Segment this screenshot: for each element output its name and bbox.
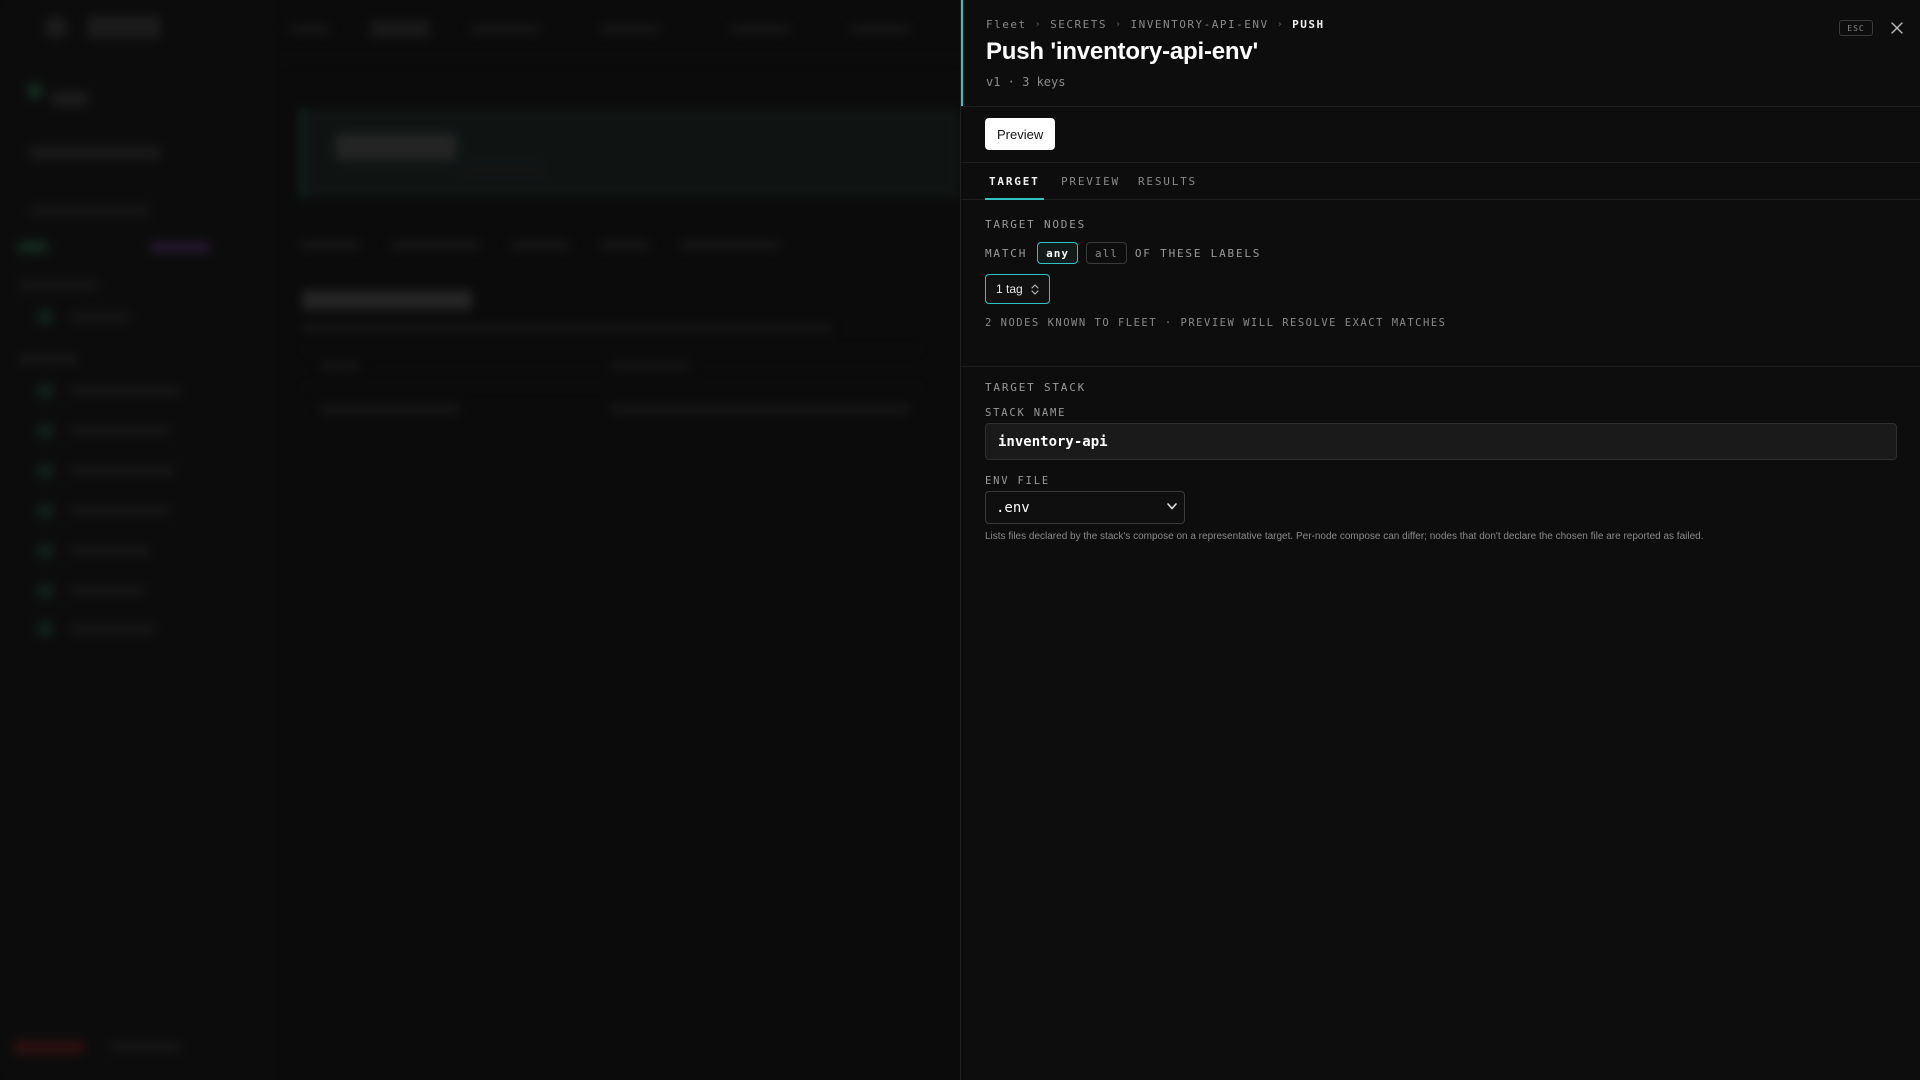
- nodes-hint: 2 NODES KNOWN TO FLEET · PREVIEW WILL RE…: [985, 317, 1447, 329]
- close-button[interactable]: [1887, 18, 1907, 38]
- background-bar: [110, 1042, 180, 1052]
- breadcrumb-fleet[interactable]: Fleet: [986, 18, 1027, 31]
- env-file-note: Lists files declared by the stack's comp…: [985, 531, 1704, 542]
- background-bar: [18, 354, 78, 364]
- breadcrumb: Fleet › SECRETS › INVENTORY-API-ENV › PU…: [986, 18, 1325, 31]
- background-bar: [18, 280, 98, 290]
- background-bar: [290, 24, 330, 34]
- push-drawer: Fleet › SECRETS › INVENTORY-API-ENV › PU…: [960, 0, 1920, 1080]
- background-bar: [70, 586, 145, 596]
- preview-button[interactable]: Preview: [985, 118, 1056, 150]
- match-all-toggle[interactable]: all: [1086, 242, 1127, 264]
- background-topnav: [270, 0, 960, 60]
- background-item-dot: [38, 584, 52, 598]
- background-bar: [600, 240, 650, 250]
- background-item-dot: [38, 310, 52, 324]
- background-bar: [510, 240, 570, 250]
- breadcrumb-secret[interactable]: INVENTORY-API-ENV: [1131, 18, 1269, 31]
- background-item-dot: [38, 424, 52, 438]
- background-app: [0, 0, 960, 1080]
- background-item-dot: [38, 384, 52, 398]
- match-any-toggle[interactable]: any: [1037, 242, 1078, 264]
- background-hero: [300, 108, 960, 198]
- close-icon: [1891, 22, 1903, 34]
- background-bar: [30, 206, 150, 216]
- background-bar: [610, 404, 910, 414]
- background-bar: [70, 312, 130, 322]
- background-row-line: [302, 350, 922, 351]
- background-bar: [14, 1040, 84, 1054]
- background-bar: [370, 20, 430, 38]
- tab-preview[interactable]: PREVIEW: [1061, 163, 1120, 199]
- background-status-dot: [28, 84, 42, 98]
- breadcrumb-secrets[interactable]: SECRETS: [1050, 18, 1107, 31]
- background-bar: [850, 24, 910, 34]
- background-bar: [320, 404, 460, 414]
- background-bar: [70, 624, 155, 634]
- background-bar: [70, 506, 170, 516]
- background-bar: [30, 146, 160, 160]
- labels-suffix: OF THESE LABELS: [1134, 246, 1262, 260]
- background-bar: [18, 242, 48, 252]
- background-logo-text: [88, 16, 160, 38]
- section-divider: [961, 366, 1920, 367]
- tab-target[interactable]: TARGET: [985, 163, 1044, 200]
- action-bar: Preview: [961, 107, 1920, 163]
- breadcrumb-separator: ›: [1115, 19, 1123, 30]
- tag-selector-button[interactable]: 1 tag: [985, 274, 1050, 304]
- background-bar: [600, 24, 660, 34]
- background-bar: [464, 166, 544, 174]
- breadcrumb-separator: ›: [1034, 19, 1043, 30]
- background-heading: [302, 290, 472, 310]
- background-hero-title: [336, 134, 456, 160]
- background-bar: [52, 92, 88, 106]
- background-bar: [300, 240, 360, 250]
- env-file-select[interactable]: .env: [985, 491, 1185, 524]
- env-file-label: ENV FILE: [985, 475, 1050, 487]
- background-item-dot: [38, 504, 52, 518]
- stack-name-label: STACK NAME: [985, 407, 1067, 419]
- background-bar: [70, 466, 175, 476]
- background-item-dot: [38, 622, 52, 636]
- background-bar: [390, 240, 480, 250]
- tag-selector-label: 1 tag: [996, 282, 1023, 296]
- background-bar: [70, 386, 180, 396]
- background-bar: [150, 242, 210, 252]
- background-bar: [302, 324, 832, 332]
- background-bar: [610, 362, 690, 370]
- tab-results[interactable]: RESULTS: [1138, 163, 1197, 199]
- background-bar: [70, 546, 150, 556]
- drawer-subtitle: v1 · 3 keys: [986, 75, 1066, 89]
- background-bar: [680, 240, 780, 250]
- chevron-updown-icon: [1031, 283, 1039, 295]
- target-stack-heading: TARGET STACK: [985, 381, 1087, 394]
- background-bar: [730, 24, 790, 34]
- background-bar: [70, 426, 170, 436]
- esc-hint-badge: ESC: [1839, 20, 1873, 36]
- match-row: MATCH any all OF THESE LABELS: [985, 242, 1261, 264]
- background-bar: [470, 24, 540, 34]
- background-item-dot: [38, 464, 52, 478]
- background-tabs: [300, 232, 960, 258]
- tab-bar: TARGET PREVIEW RESULTS: [961, 163, 1920, 200]
- background-bar: [320, 362, 360, 370]
- breadcrumb-separator: ›: [1276, 19, 1285, 30]
- stack-name-input[interactable]: [985, 423, 1897, 460]
- background-sidebar: [0, 0, 270, 1080]
- match-label: MATCH: [985, 246, 1028, 260]
- background-row-line: [302, 386, 922, 387]
- target-nodes-heading: TARGET NODES: [985, 218, 1087, 231]
- background-main: [270, 0, 960, 1080]
- background-item-dot: [38, 544, 52, 558]
- drawer-header: Fleet › SECRETS › INVENTORY-API-ENV › PU…: [961, 0, 1920, 107]
- drawer-title: Push 'inventory-api-env': [986, 38, 1258, 65]
- breadcrumb-current: PUSH: [1292, 18, 1325, 31]
- background-logo: [45, 16, 67, 38]
